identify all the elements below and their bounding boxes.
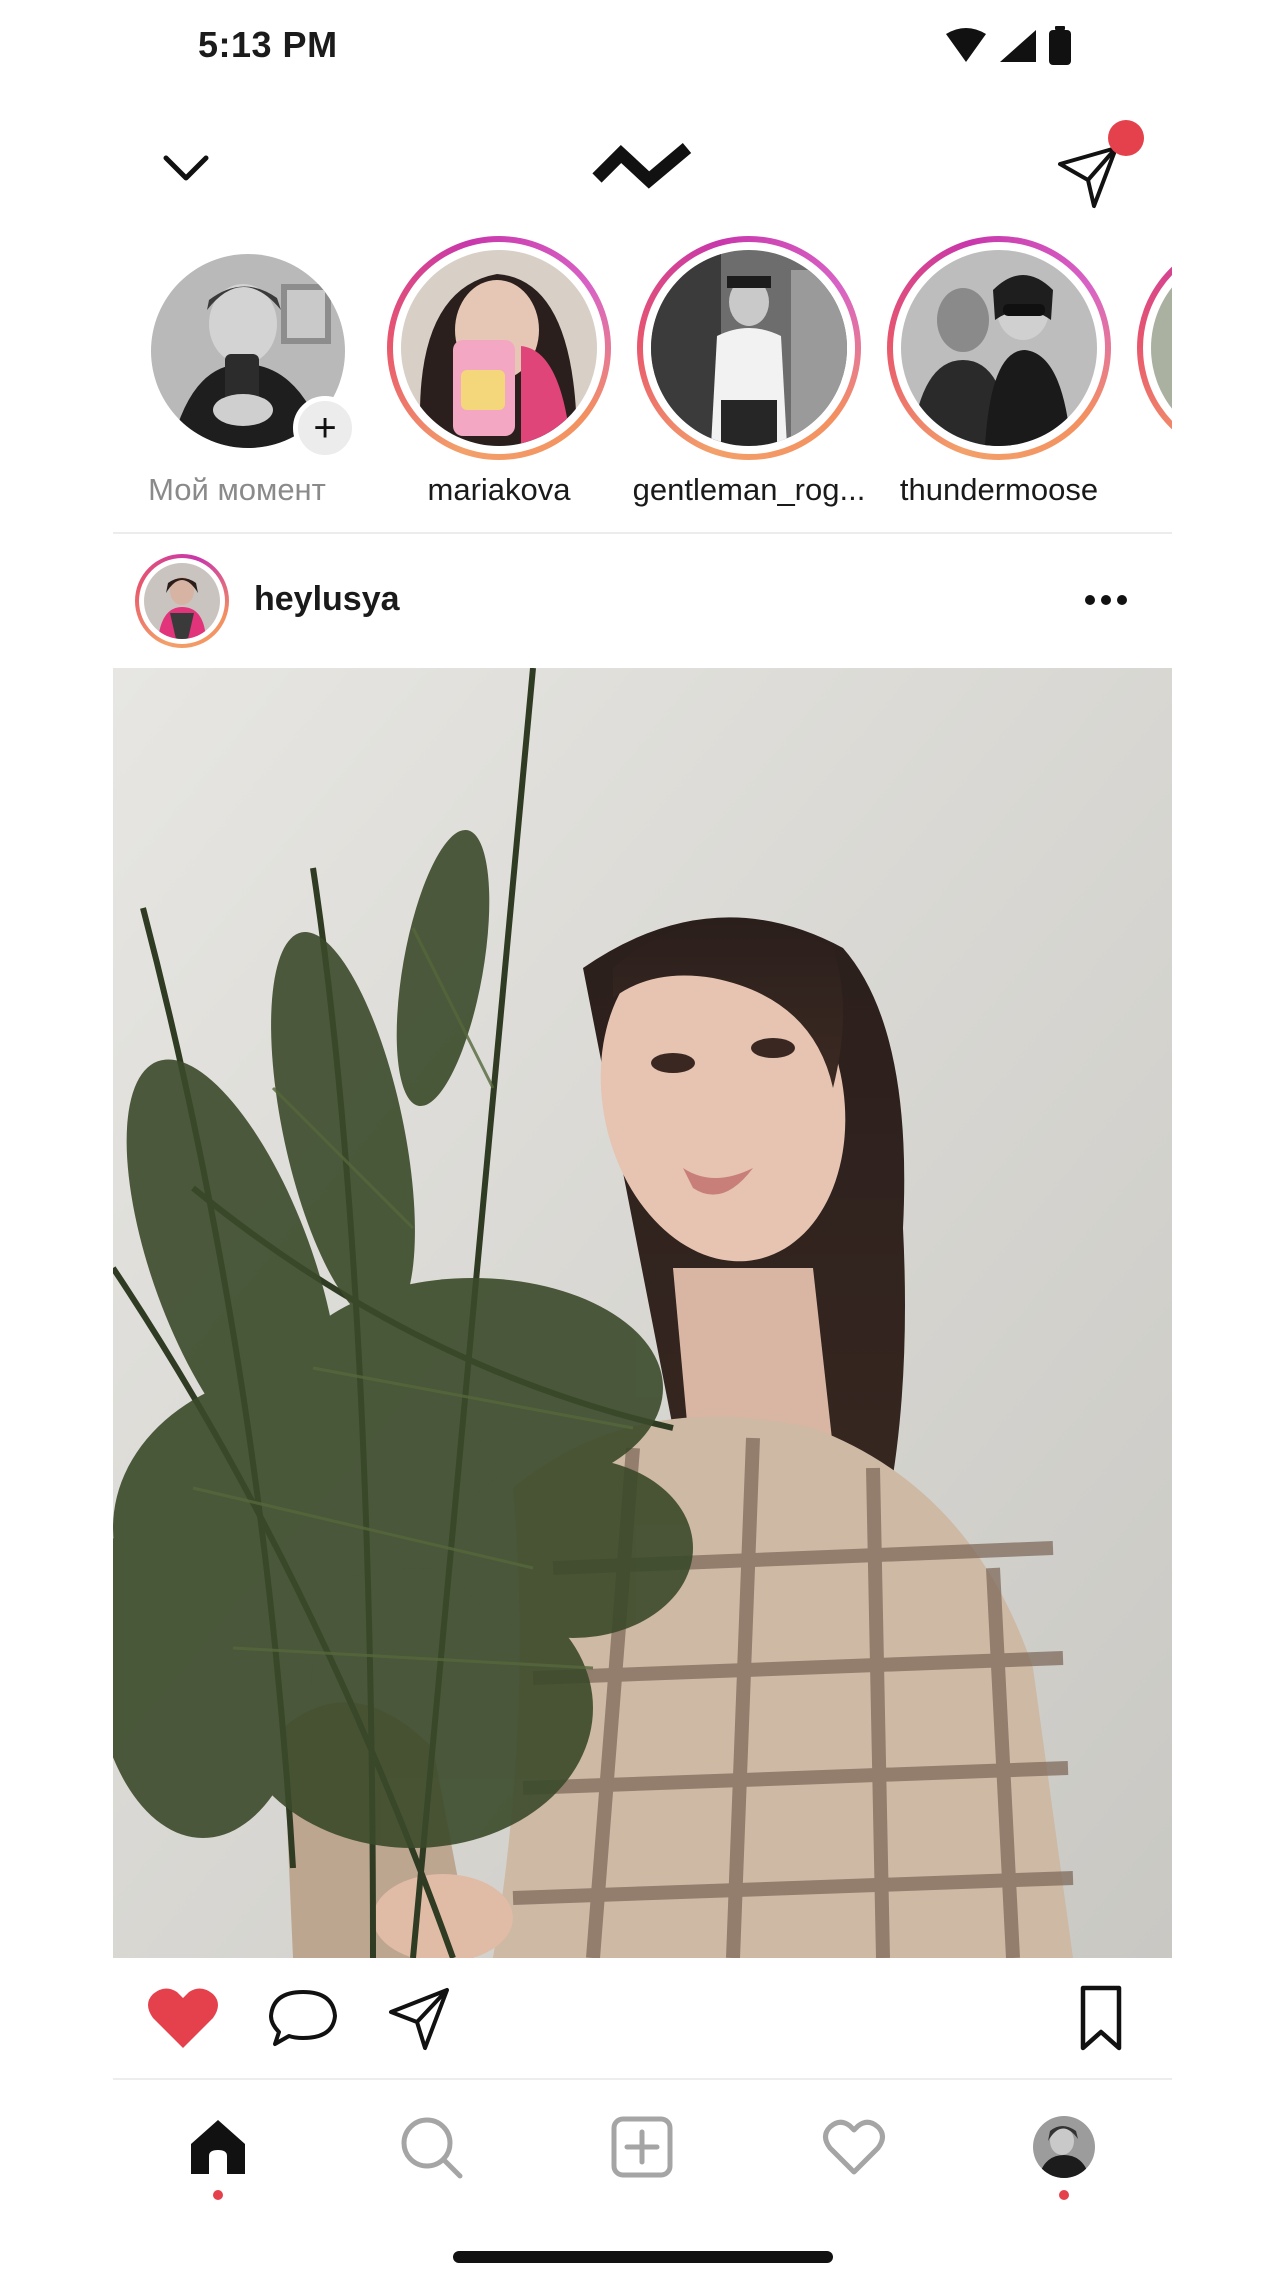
dot	[1101, 595, 1111, 605]
cellular-signal-icon	[1000, 30, 1036, 62]
chevron-down-icon[interactable]	[158, 140, 214, 196]
home-indicator[interactable]	[453, 2251, 833, 2263]
active-indicator-dot	[213, 2190, 223, 2200]
like-heart-icon[interactable]	[143, 1978, 223, 2058]
status-icons	[944, 26, 1072, 66]
heart-icon	[823, 2119, 885, 2175]
profile-avatar	[1033, 2116, 1095, 2178]
direct-messages-button[interactable]	[1054, 120, 1144, 210]
status-time: 5:13 PM	[198, 24, 338, 65]
comment-icon[interactable]	[263, 1978, 343, 2058]
battery-icon	[1049, 26, 1071, 65]
post-image[interactable]	[113, 668, 1172, 1958]
bottom-navigation	[113, 2080, 1172, 2220]
post-username[interactable]: heylusya	[254, 580, 400, 619]
story-ring	[887, 236, 1111, 460]
search-icon	[401, 2117, 463, 2179]
nav-home[interactable]	[173, 2102, 263, 2200]
nav-activity[interactable]	[809, 2102, 899, 2192]
story-avatar	[901, 250, 1097, 446]
story-own[interactable]: + Мой момент	[117, 236, 357, 516]
post-header: heylusya	[113, 548, 1172, 666]
top-bar	[113, 120, 1172, 220]
share-paper-plane-icon[interactable]	[381, 1978, 461, 2058]
story-avatar	[651, 250, 847, 446]
story-label: Мой момент	[148, 472, 326, 507]
nav-profile[interactable]	[1019, 2102, 1109, 2200]
post-author-avatar[interactable]	[135, 554, 229, 648]
status-bar: 5:13 PM	[113, 0, 1172, 96]
nav-search[interactable]	[386, 2102, 476, 2192]
story-ring	[1137, 236, 1172, 460]
story-avatar	[401, 250, 597, 446]
story-item[interactable]: gentleman_rog...	[629, 236, 869, 516]
profile-notification-dot	[1059, 2190, 1069, 2200]
story-label: gentleman_rog...	[632, 472, 866, 507]
story-item-partial[interactable]	[1129, 236, 1172, 516]
wifi-icon	[946, 28, 986, 62]
nav-create-post[interactable]	[597, 2102, 687, 2192]
zigzag-logo-icon	[592, 143, 692, 189]
app-screen: 5:13 PM + Мой момент mariakova gentleman…	[113, 0, 1172, 2282]
story-avatar	[1151, 250, 1172, 446]
post-actions	[113, 1960, 1172, 2078]
add-story-button[interactable]: +	[293, 396, 357, 460]
story-label: mariakova	[427, 472, 571, 507]
dot	[1117, 595, 1127, 605]
dot	[1085, 595, 1095, 605]
story-ring	[387, 236, 611, 460]
stories-tray: + Мой момент mariakova gentleman_rog... …	[113, 236, 1172, 516]
more-options-button[interactable]	[1076, 578, 1136, 622]
notification-dot	[1108, 120, 1144, 156]
add-post-icon	[611, 2116, 673, 2178]
home-icon	[191, 2120, 245, 2174]
bookmark-icon[interactable]	[1061, 1978, 1141, 2058]
story-label: thundermoose	[899, 472, 1099, 507]
story-ring	[637, 236, 861, 460]
story-item[interactable]: mariakova	[379, 236, 619, 516]
stories-divider	[113, 532, 1172, 534]
avatar	[144, 563, 220, 639]
story-item[interactable]: thundermoose	[879, 236, 1119, 516]
